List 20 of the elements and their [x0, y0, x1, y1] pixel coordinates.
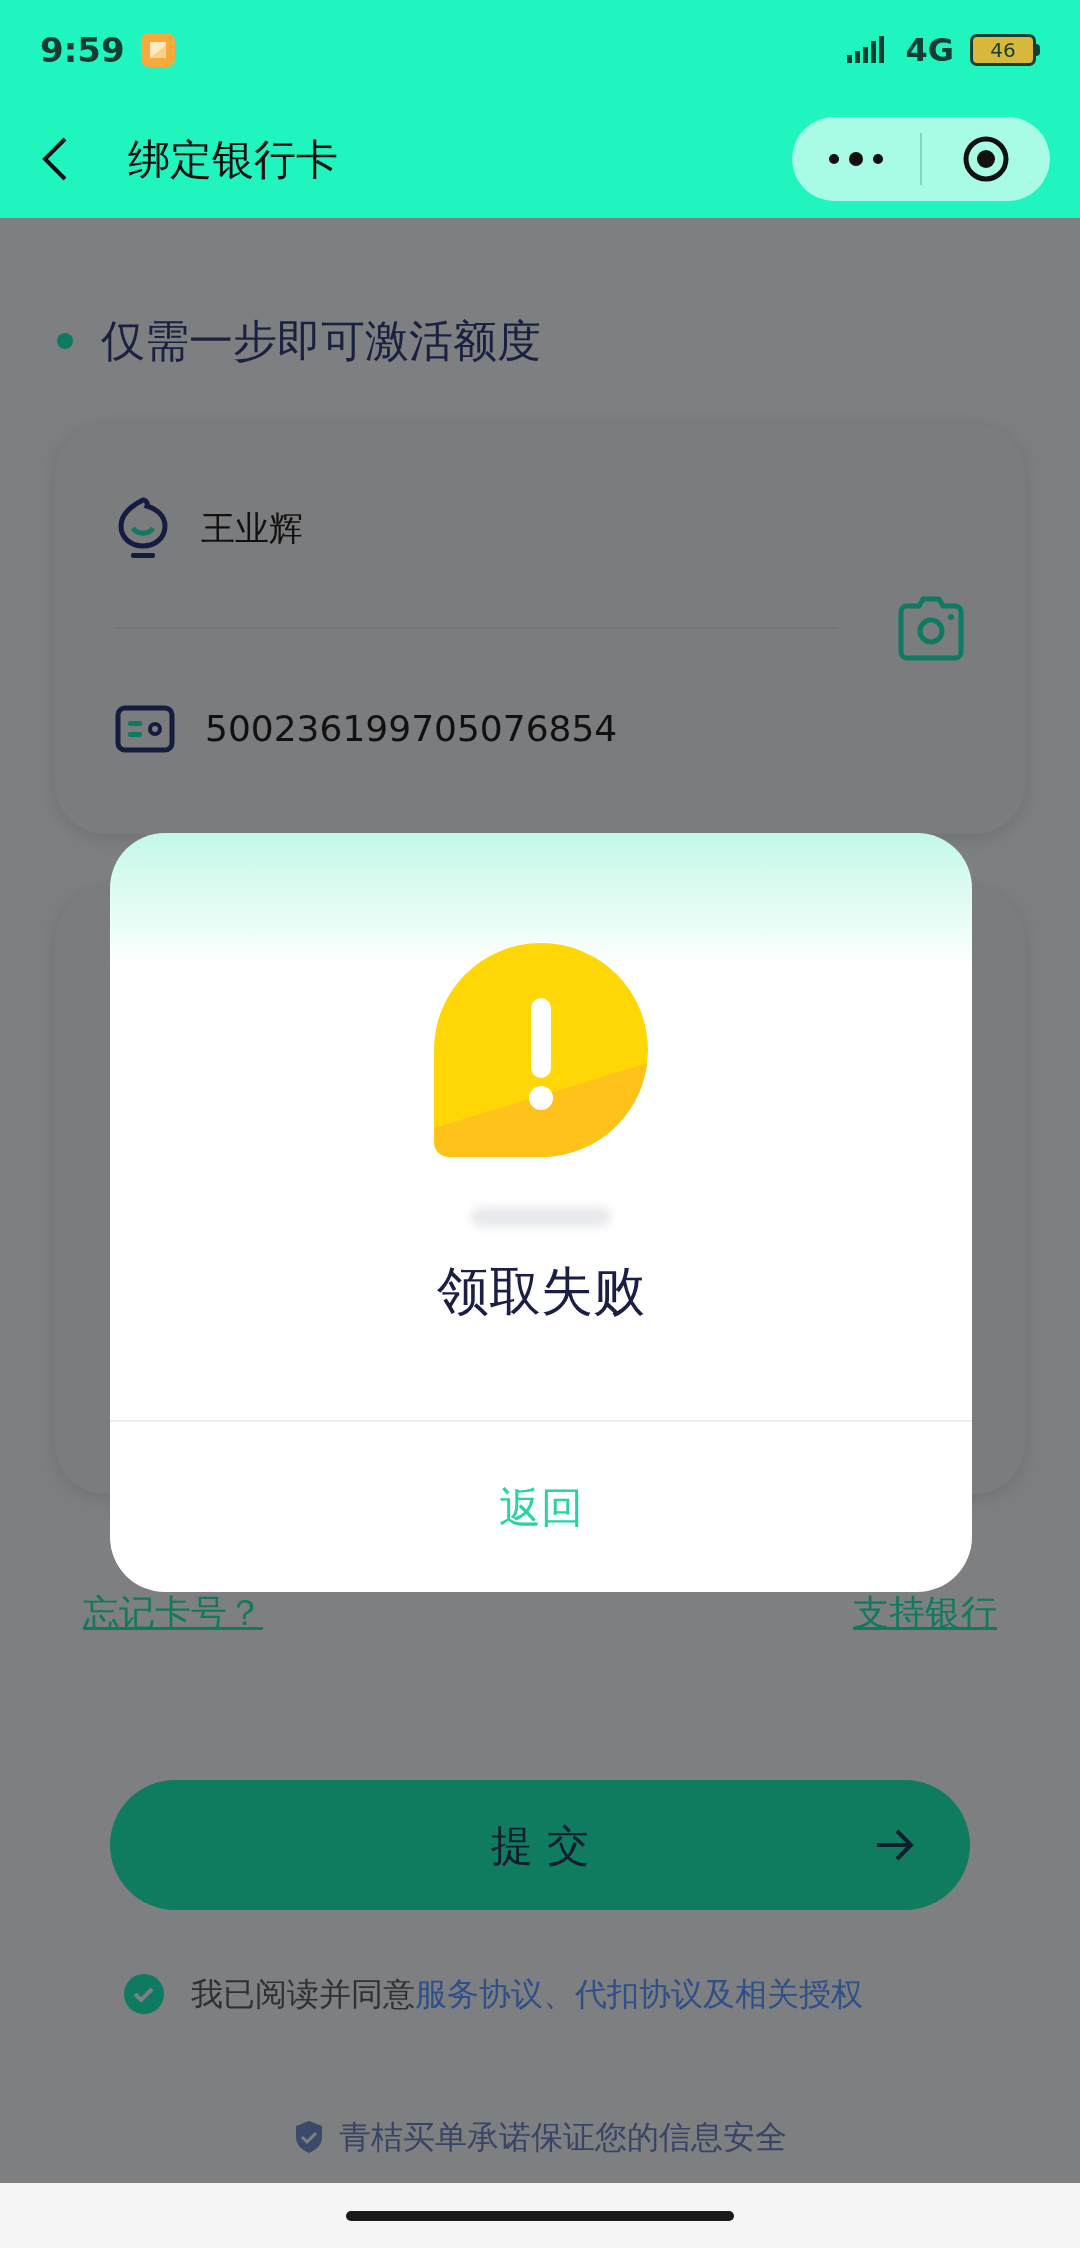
more-icon[interactable] — [828, 151, 884, 167]
status-time: 9:59 — [40, 28, 125, 72]
network-type: 4G — [905, 30, 954, 71]
notification-app-icon — [140, 33, 175, 67]
home-indicator[interactable] — [346, 2210, 734, 2221]
shield-icon — [293, 2119, 325, 2155]
arrow-right-icon — [875, 1828, 915, 1862]
name-text: 王业辉 — [201, 506, 303, 550]
section-heading: 仅需一步即可激活额度 — [101, 314, 541, 368]
back-button[interactable]: 返回 — [110, 1422, 972, 1592]
security-note: 青桔买单承诺保证您的信息安全 — [339, 2117, 787, 2158]
page-title: 绑定银行卡 — [128, 133, 338, 186]
agreement-link[interactable]: 服务协议、代扣协议及相关授权 — [415, 1975, 863, 2013]
id-number-text: 500236199705076854 — [205, 707, 618, 751]
submit-button[interactable]: 提 交 — [110, 1780, 970, 1910]
close-icon[interactable] — [962, 135, 1010, 183]
agreement-checkbox[interactable] — [123, 1973, 165, 2015]
id-card-icon — [115, 705, 175, 753]
agreement-text: 我已阅读并同意服务协议、代扣协议及相关授权 — [191, 1974, 863, 2015]
dialog-title: 领取失败 — [437, 1260, 645, 1323]
